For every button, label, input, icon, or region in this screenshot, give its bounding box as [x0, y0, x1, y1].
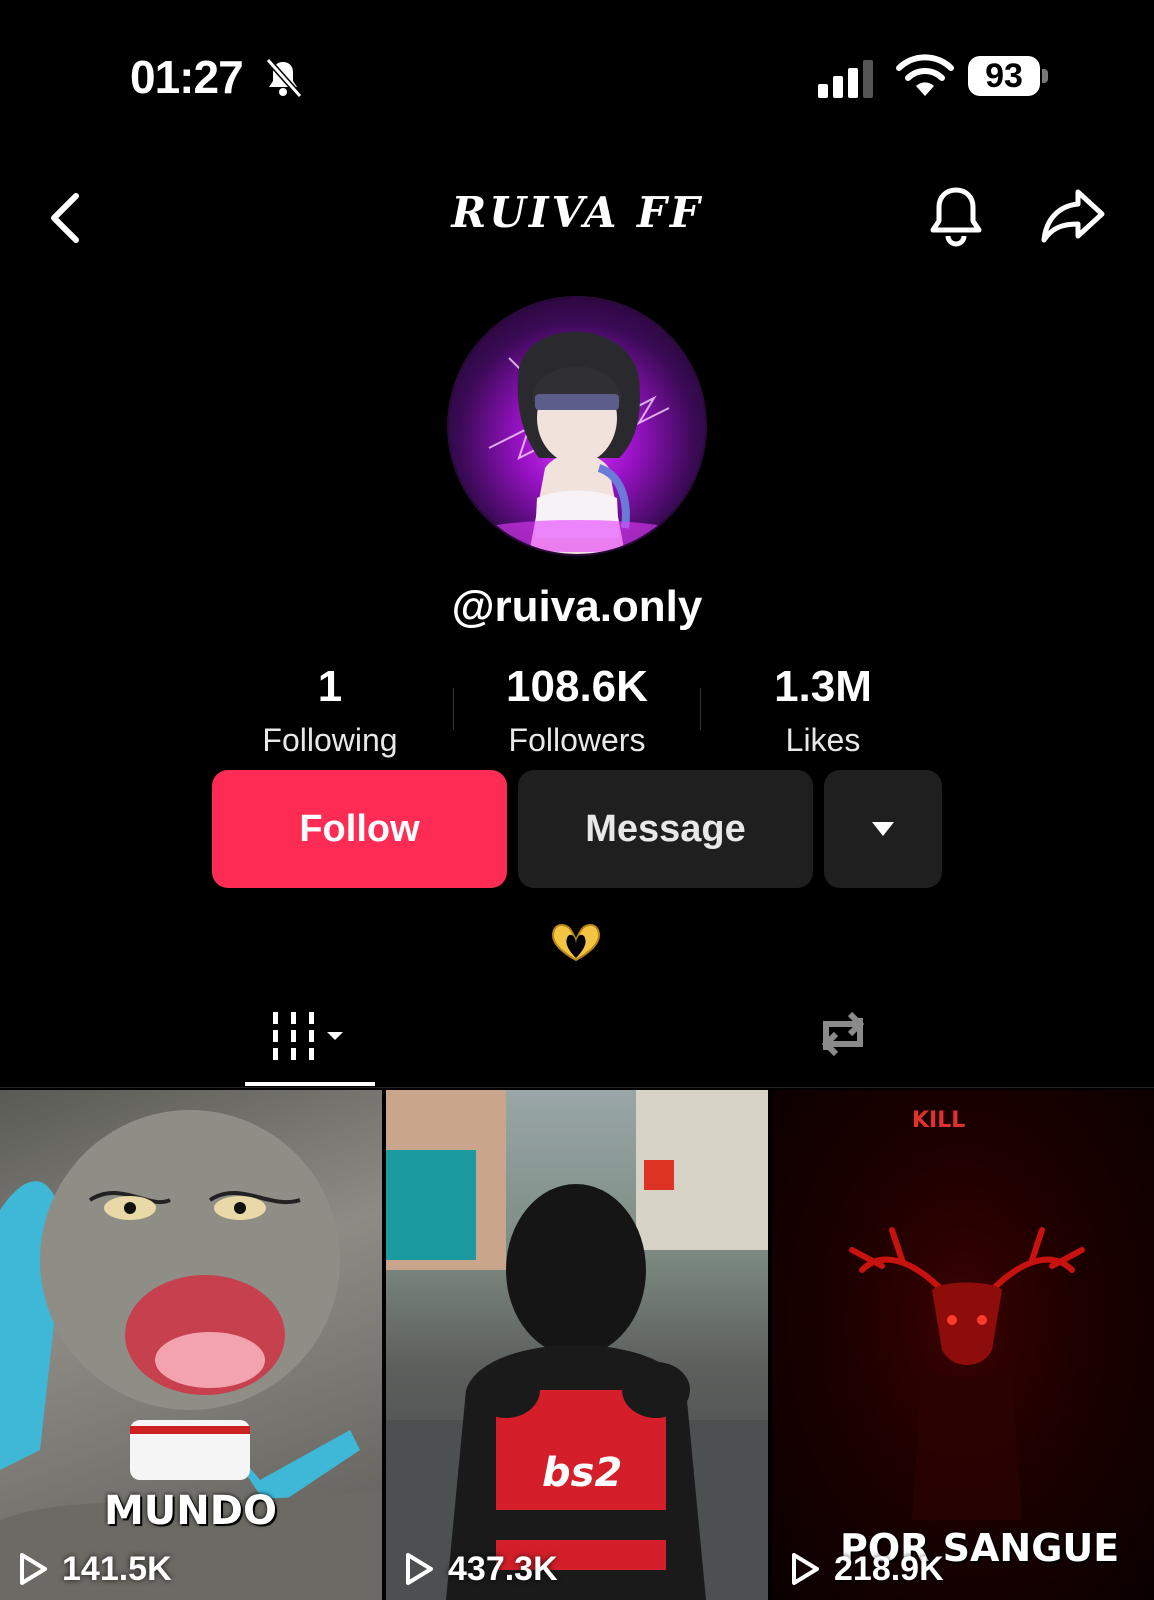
stat-divider	[453, 688, 454, 730]
stat-value: 1.3M	[774, 662, 872, 711]
profile-title: RUIVA FF	[451, 188, 703, 237]
video-artwork	[386, 1090, 768, 1600]
video-thumbnail[interactable]: MUNDO 141.5K	[0, 1090, 382, 1600]
avatar-illustration	[467, 331, 687, 554]
cellular-signal-icon	[818, 60, 873, 98]
avatar[interactable]	[449, 298, 705, 554]
video-top-text: KILL	[912, 1108, 966, 1133]
video-artwork	[849, 1227, 1085, 1520]
profile-handle: @ruiva.only	[451, 582, 703, 631]
view-count: 437.3K	[404, 1546, 558, 1592]
active-tab-indicator	[245, 1082, 375, 1086]
notification-bell-icon[interactable]	[926, 184, 986, 248]
status-time: 01:27	[130, 51, 244, 103]
video-overlay-text: bs2	[542, 1450, 623, 1496]
stat-followers[interactable]: 108.6K Followers	[457, 662, 697, 759]
tab-videos[interactable]	[245, 1000, 375, 1086]
repost-icon[interactable]	[812, 1006, 874, 1062]
stat-likes: 1.3M Likes	[703, 662, 943, 759]
play-icon	[406, 1553, 433, 1585]
view-count-value: 141.5K	[62, 1549, 172, 1588]
video-thumbnail[interactable]: KILL POR SANGUE 218.9K	[772, 1090, 1154, 1600]
share-icon[interactable]	[1040, 186, 1106, 246]
stat-value: 108.6K	[506, 662, 648, 711]
play-icon	[20, 1553, 47, 1585]
battery-icon: 93	[968, 56, 1048, 100]
message-button[interactable]: Message	[518, 770, 813, 888]
play-icon	[792, 1553, 819, 1585]
view-count: 218.9K	[790, 1546, 944, 1592]
tab-divider	[0, 1087, 1154, 1088]
stat-label: Following	[262, 722, 398, 758]
follow-button[interactable]: Follow	[212, 770, 507, 888]
stat-following[interactable]: 1 Following	[210, 662, 450, 759]
more-options-button[interactable]	[824, 770, 942, 888]
caret-down-icon	[872, 822, 894, 836]
stat-divider	[700, 688, 701, 730]
view-count: 141.5K	[18, 1546, 172, 1592]
grid-bars-icon	[273, 1012, 343, 1060]
back-arrow-icon[interactable]	[44, 188, 90, 248]
video-thumbnail[interactable]: bs2 437.3K	[386, 1090, 768, 1600]
video-overlay-text: MUNDO	[104, 1488, 277, 1534]
stat-label: Likes	[785, 722, 861, 758]
view-count-value: 218.9K	[834, 1549, 944, 1588]
view-count-value: 437.3K	[448, 1549, 558, 1588]
stat-label: Followers	[508, 722, 646, 758]
bell-muted-icon	[265, 58, 303, 98]
battery-level: 93	[968, 56, 1040, 96]
wifi-icon	[896, 54, 954, 96]
stat-value: 1	[317, 662, 343, 711]
heart-hands-icon	[552, 924, 600, 962]
